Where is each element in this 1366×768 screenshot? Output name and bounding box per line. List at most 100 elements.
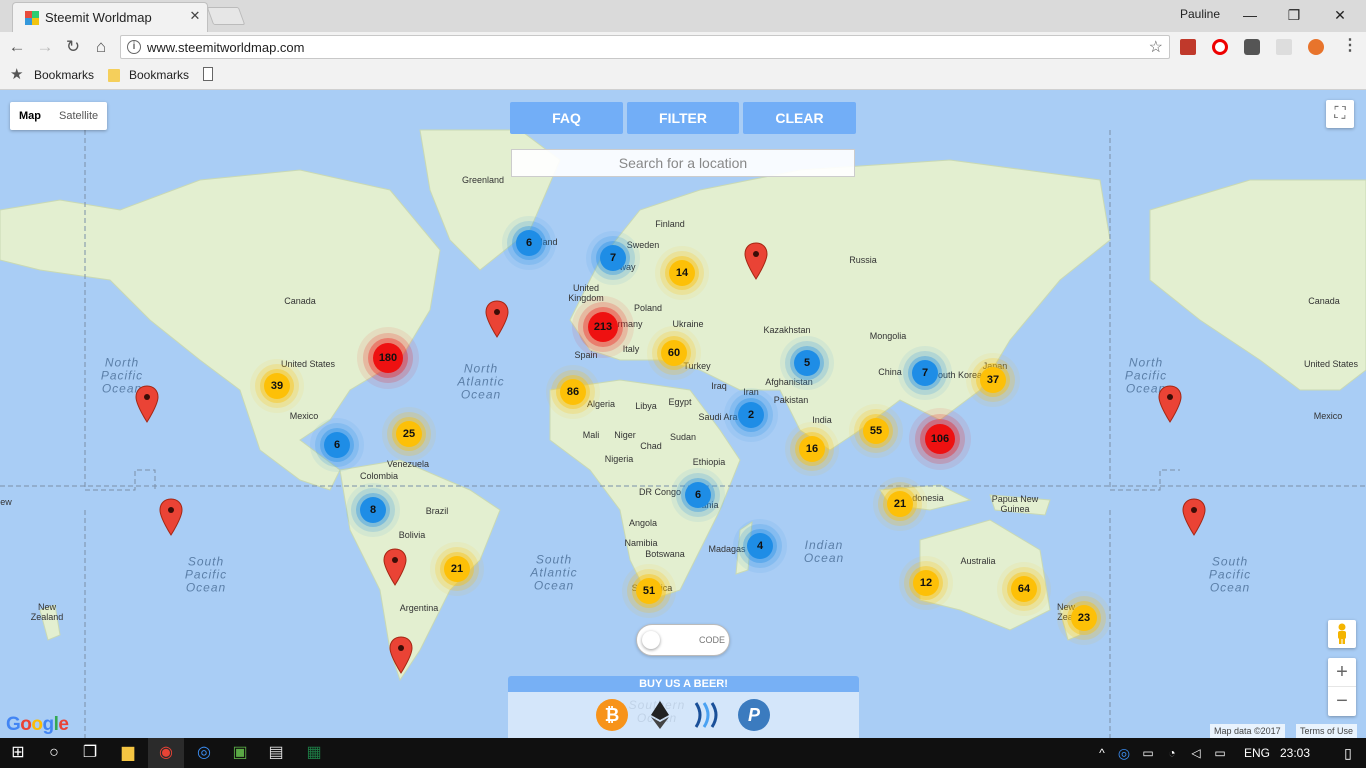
minimize-icon[interactable]: — (1228, 4, 1272, 26)
cluster-marker[interactable]: 7 (600, 245, 626, 271)
clock[interactable]: 23:03 (1280, 746, 1310, 760)
world-map[interactable]: Greenland Canada Canada United States Un… (0, 90, 1366, 738)
cluster-marker[interactable]: 106 (925, 424, 955, 454)
street-view-pegman-icon[interactable] (1328, 620, 1356, 648)
cluster-marker[interactable]: 23 (1071, 605, 1097, 631)
ethereum-icon[interactable] (644, 699, 676, 731)
cluster-marker[interactable]: 7 (912, 360, 938, 386)
url-text[interactable]: www.steemitworldmap.com (147, 40, 305, 55)
terms-of-use-link[interactable]: Terms of Use (1296, 724, 1358, 738)
map-pin-icon[interactable] (744, 242, 768, 280)
label-finland: Finland (655, 219, 685, 229)
site-info-icon[interactable]: i (127, 40, 141, 54)
map-pin-icon[interactable] (159, 498, 183, 536)
cluster-marker[interactable]: 60 (661, 340, 687, 366)
reload-icon[interactable]: ↻ (62, 36, 84, 58)
cluster-marker[interactable]: 6 (324, 432, 350, 458)
notepad-icon[interactable]: ▤ (258, 738, 294, 768)
action-center-icon[interactable]: ▯ (1330, 738, 1366, 768)
zoom-out-button[interactable]: − (1328, 687, 1356, 716)
cluster-marker[interactable]: 25 (396, 421, 422, 447)
map-pin-icon[interactable] (389, 636, 413, 674)
windows-start-icon[interactable]: ⊞ (0, 738, 36, 768)
task-view-icon[interactable]: ❐ (72, 738, 108, 768)
label-greenland: Greenland (461, 175, 505, 185)
map-pin-icon[interactable] (383, 548, 407, 586)
map-pin-icon[interactable] (485, 300, 509, 338)
map-pin-icon[interactable] (1182, 498, 1206, 536)
map-pin-icon[interactable] (1158, 385, 1182, 423)
fire-extension-icon[interactable] (1308, 39, 1324, 55)
photo-app-icon[interactable]: ▣ (222, 738, 258, 768)
cluster-marker[interactable]: 4 (747, 533, 773, 559)
close-window-icon[interactable]: ✕ (1318, 4, 1362, 26)
map-type-map-button[interactable]: Map (10, 102, 50, 130)
browser-toolbar: ← → ↻ ⌂ i www.steemitworldmap.com ☆ ⋮ (0, 32, 1366, 62)
paypal-icon[interactable]: P (738, 699, 770, 731)
clear-button[interactable]: CLEAR (743, 102, 856, 134)
label-south-atlantic: South Atlantic Ocean (530, 552, 578, 593)
bitcoin-icon[interactable]: ₿ (596, 699, 628, 731)
opera-icon[interactable] (1212, 39, 1228, 55)
cluster-marker[interactable]: 8 (360, 497, 386, 523)
tab-close-icon[interactable]: ✕ (187, 8, 203, 24)
language-indicator[interactable]: ENG (1244, 746, 1270, 760)
cluster-marker[interactable]: 37 (980, 367, 1006, 393)
chrome-icon[interactable]: ◉ (148, 738, 184, 768)
zoom-in-button[interactable]: + (1328, 658, 1356, 687)
excel-icon[interactable]: ▦ (296, 738, 332, 768)
cluster-marker[interactable]: 5 (794, 350, 820, 376)
new-tab-button[interactable] (206, 7, 246, 25)
browser-menu-icon[interactable]: ⋮ (1342, 35, 1358, 55)
cluster-marker[interactable]: 14 (669, 260, 695, 286)
label-china: China (878, 367, 902, 377)
cluster-marker[interactable]: 180 (373, 343, 403, 373)
cluster-marker[interactable]: 86 (560, 379, 586, 405)
label-united-kingdom: United Kingdom (568, 283, 604, 303)
cluster-marker[interactable]: 21 (887, 491, 913, 517)
home-icon[interactable]: ⌂ (90, 36, 112, 58)
pocket-icon[interactable] (1244, 39, 1260, 55)
location-search-input[interactable] (511, 149, 855, 177)
app-icon[interactable]: ◎ (186, 738, 222, 768)
pdf-extension-icon[interactable] (1276, 39, 1292, 55)
cortana-icon[interactable]: ○ (36, 738, 72, 768)
profile-name[interactable]: Pauline (1180, 7, 1220, 21)
faq-button[interactable]: FAQ (510, 102, 623, 134)
toggle-knob[interactable] (642, 631, 660, 649)
cluster-marker[interactable]: 12 (913, 570, 939, 596)
forward-arrow-icon[interactable]: → (34, 36, 56, 58)
bookmarks-label[interactable]: Bookmarks (34, 68, 94, 82)
label-south-korea: outh Korea (937, 370, 983, 380)
cluster-marker[interactable]: 2 (738, 402, 764, 428)
zoom-control: + − (1328, 658, 1356, 716)
notification-icon[interactable]: ▭ (1202, 738, 1238, 768)
cluster-marker[interactable]: 6 (685, 482, 711, 508)
page-icon[interactable] (203, 67, 213, 81)
cluster-marker[interactable]: 213 (588, 312, 618, 342)
map-type-satellite-button[interactable]: Satellite (50, 102, 107, 130)
code-toggle[interactable]: CODE (636, 624, 730, 656)
label-canada-right: Canada (1308, 296, 1340, 306)
label-libya: Libya (635, 401, 657, 411)
file-explorer-icon[interactable]: ▆ (110, 738, 146, 768)
cluster-marker[interactable]: 64 (1011, 576, 1037, 602)
back-arrow-icon[interactable]: ← (6, 36, 28, 58)
cluster-marker[interactable]: 6 (516, 230, 542, 256)
fullscreen-icon[interactable]: ⛶ (1326, 100, 1354, 128)
extension-book-icon[interactable] (1180, 39, 1196, 55)
filter-button[interactable]: FILTER (627, 102, 739, 134)
restore-icon[interactable]: ❐ (1272, 4, 1316, 26)
bookmarks-folder[interactable]: Bookmarks (129, 68, 189, 82)
cluster-marker[interactable]: 55 (863, 418, 889, 444)
cluster-marker[interactable]: 39 (264, 373, 290, 399)
address-bar[interactable]: i www.steemitworldmap.com ☆ (120, 35, 1170, 59)
tab-steemit-worldmap[interactable]: Steemit Worldmap ✕ (12, 2, 208, 32)
google-logo[interactable]: Google (6, 714, 69, 736)
map-pin-icon[interactable] (135, 385, 159, 423)
steem-icon[interactable] (690, 699, 722, 731)
cluster-marker[interactable]: 51 (636, 578, 662, 604)
bookmark-star-icon[interactable]: ☆ (1149, 37, 1163, 57)
cluster-marker[interactable]: 16 (799, 436, 825, 462)
cluster-marker[interactable]: 21 (444, 556, 470, 582)
